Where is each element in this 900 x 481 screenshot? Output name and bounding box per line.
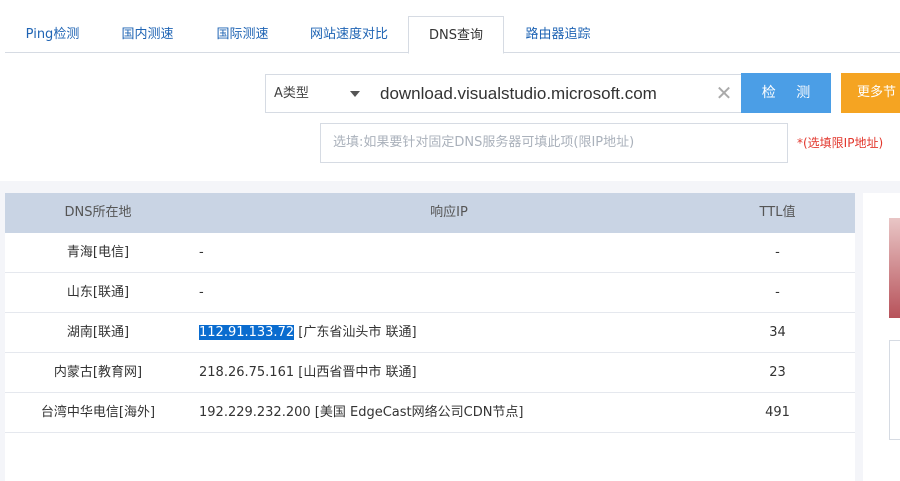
cell-ip: 218.26.75.161 [山西省晋中市 联通]: [199, 353, 699, 393]
dns-server-input[interactable]: 选填:如果要针对固定DNS服务器可填此项(限IP地址): [320, 123, 788, 163]
cell-ttl: -: [775, 285, 780, 300]
table-row: 内蒙古[教育网] 218.26.75.161 [山西省晋中市 联通] 23: [5, 353, 855, 393]
table-row: 湖南[联通] 112.91.133.72 [广东省汕头市 联通] 34: [5, 313, 855, 353]
cell-ttl: 23: [769, 365, 786, 380]
table-header: DNS所在地 响应IP TTL值: [5, 193, 855, 233]
results-table: DNS所在地 响应IP TTL值 青海[电信] - - 山东[联通] - - 湖…: [5, 193, 855, 481]
ip-address: -: [199, 285, 204, 300]
tab-ping[interactable]: Ping检测: [5, 16, 100, 53]
header-ttl: TTL值: [759, 205, 796, 220]
ip-address: 218.26.75.161: [199, 365, 295, 380]
tab-traceroute[interactable]: 路由器追踪: [504, 16, 612, 53]
cell-location: 内蒙古[教育网]: [53, 365, 143, 380]
chevron-down-icon: [350, 91, 360, 97]
more-nodes-button[interactable]: 更多节: [841, 73, 900, 113]
header-response-ip: 响应IP: [430, 205, 468, 220]
ip-address: -: [199, 245, 204, 260]
domain-input[interactable]: download.visualstudio.microsoft.com: [370, 74, 742, 113]
ip-info: [山西省晋中市 联通]: [294, 365, 417, 380]
table-row: 青海[电信] - -: [5, 233, 855, 273]
cell-ip: -: [199, 233, 699, 273]
side-box: [889, 340, 900, 440]
ip-address-selected[interactable]: 112.91.133.72: [199, 325, 295, 340]
table-row: 台湾中华电信[海外] 192.229.232.200 [美国 EdgeCast网…: [5, 393, 855, 433]
cell-location: 山东[联通]: [66, 285, 130, 300]
side-ad-image[interactable]: [889, 218, 900, 318]
record-type-value: A类型: [274, 86, 309, 101]
detect-button[interactable]: 检 测: [741, 73, 831, 113]
cell-ttl: 491: [765, 405, 790, 420]
cell-ttl: -: [775, 245, 780, 260]
cell-ttl: 34: [769, 325, 786, 340]
close-icon[interactable]: ✕: [711, 79, 737, 107]
ip-address: 192.229.232.200: [199, 405, 311, 420]
tab-bar: Ping检测 国内测速 国际测速 网站速度对比 DNS查询 路由器追踪: [5, 16, 900, 54]
tab-site-compare[interactable]: 网站速度对比: [290, 16, 408, 53]
tab-international-speed[interactable]: 国际测速: [195, 16, 290, 53]
tab-domestic-speed[interactable]: 国内测速: [100, 16, 195, 53]
dns-hint: *(选填限IP地址): [797, 136, 884, 150]
tab-dns-query[interactable]: DNS查询: [408, 16, 504, 54]
ip-info: [美国 EdgeCast网络公司CDN节点]: [310, 405, 524, 420]
table-row: 山东[联通] - -: [5, 273, 855, 313]
record-type-select[interactable]: A类型: [265, 74, 371, 113]
cell-ip: -: [199, 273, 699, 313]
cell-location: 青海[电信]: [66, 245, 130, 260]
ip-info: [广东省汕头市 联通]: [294, 325, 417, 340]
cell-ip: 112.91.133.72 [广东省汕头市 联通]: [199, 313, 699, 353]
cell-location: 台湾中华电信[海外]: [40, 405, 156, 420]
header-dns-location: DNS所在地: [64, 205, 132, 220]
cell-location: 湖南[联通]: [66, 325, 130, 340]
cell-ip: 192.229.232.200 [美国 EdgeCast网络公司CDN节点]: [199, 393, 699, 433]
